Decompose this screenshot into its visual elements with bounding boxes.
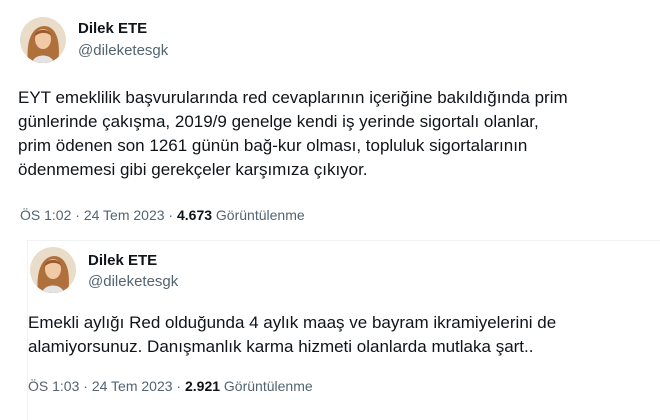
views-count: 4.673 — [176, 207, 213, 223]
views-count: 2.921 — [184, 378, 221, 394]
tweet-text: Emekli aylığı Red olduğunda 4 aylık maaş… — [28, 311, 648, 359]
author-handle[interactable]: @dileketesgk — [78, 42, 168, 59]
avatar[interactable] — [20, 17, 66, 63]
tweet-date[interactable]: 24 Tem 2023 — [84, 207, 165, 223]
tweet-text-line: prim ödenen son 1261 günün bağ-kur olmas… — [18, 136, 528, 155]
tweet-time[interactable]: ÖS 1:02 — [20, 207, 71, 223]
tweet[interactable]: Dilek ETE @dileketesgk Emekli aylığı Red… — [27, 240, 660, 420]
avatar-photo-icon — [30, 247, 76, 293]
views-label: Görüntülenme — [215, 207, 305, 223]
avatar[interactable] — [30, 247, 76, 293]
tweet-text-line: EYT emeklilik başvurularında red cevapla… — [18, 88, 568, 107]
meta-separator: · — [176, 378, 182, 394]
tweet-text-line: alamiyorsunuz. Danışmanlık karma hizmeti… — [28, 337, 534, 356]
tweet-meta: ÖS 1:02 · 24 Tem 2023 · 4.673 Görüntülen… — [20, 207, 305, 223]
meta-separator: · — [168, 207, 174, 223]
tweet[interactable]: Dilek ETE @dileketesgk EYT emeklilik baş… — [0, 0, 660, 240]
views-label: Görüntülenme — [223, 378, 313, 394]
author-name[interactable]: Dilek ETE — [78, 20, 147, 37]
tweet-time[interactable]: ÖS 1:03 — [28, 378, 79, 394]
divider — [27, 240, 660, 241]
tweet-text-line: Emekli aylığı Red olduğunda 4 aylık maaş… — [28, 313, 557, 332]
tweet-date[interactable]: 24 Tem 2023 — [92, 378, 173, 394]
avatar-photo-icon — [20, 17, 66, 63]
author-name[interactable]: Dilek ETE — [88, 252, 157, 269]
tweet-meta: ÖS 1:03 · 24 Tem 2023 · 2.921 Görüntülen… — [28, 378, 313, 394]
meta-separator: · — [83, 378, 88, 394]
meta-separator: · — [75, 207, 80, 223]
author-handle[interactable]: @dileketesgk — [88, 273, 178, 290]
tweet-text: EYT emeklilik başvurularında red cevapla… — [18, 86, 648, 182]
tweet-text-line: günlerinde çakışma, 2019/9 genelge kendi… — [18, 112, 539, 131]
tweet-text-line: ödenmemesi gibi gerekçeler karşımıza çık… — [18, 160, 368, 179]
